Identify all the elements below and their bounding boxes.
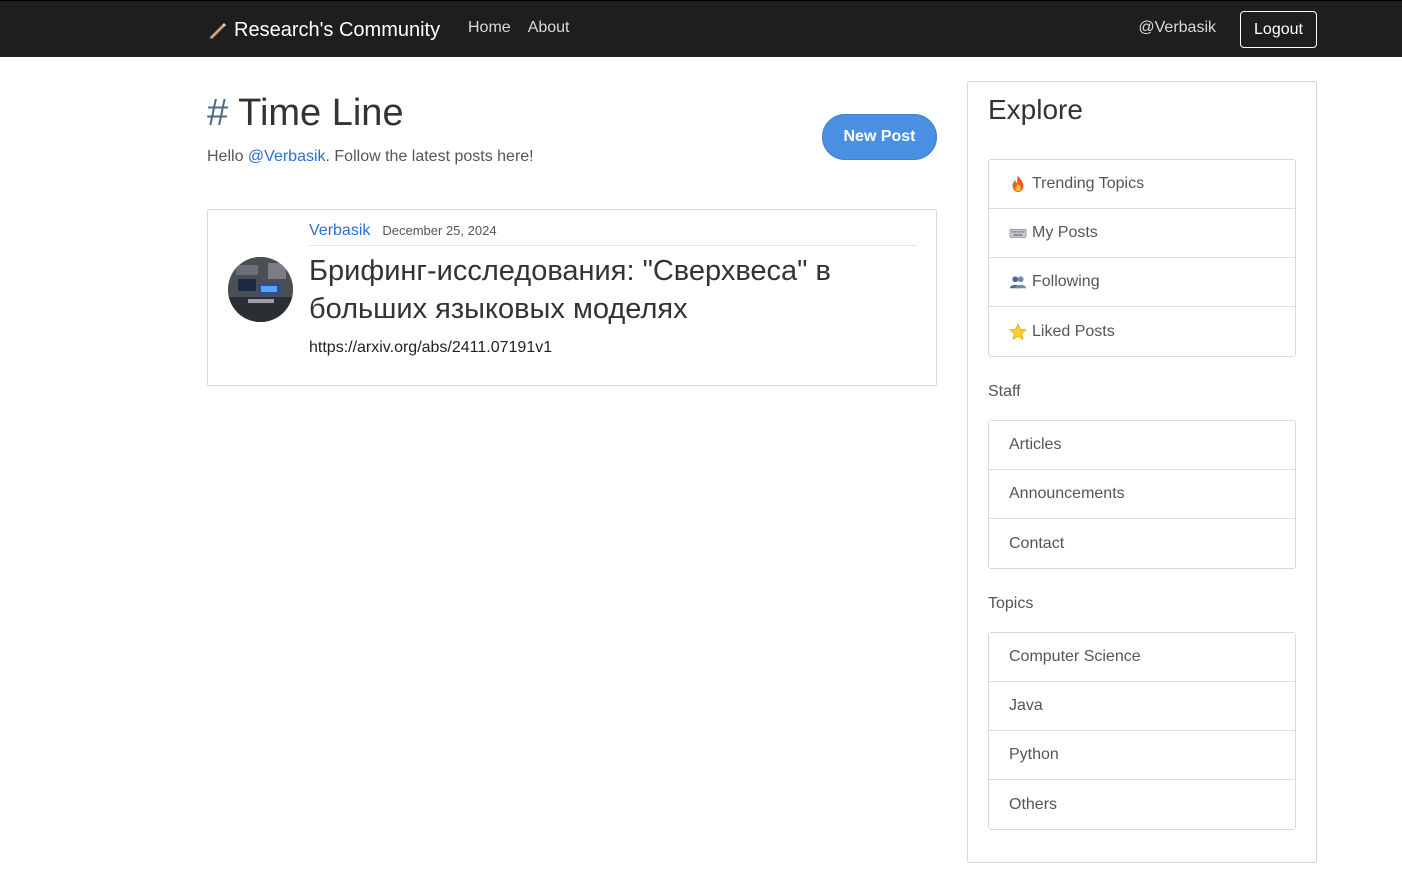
topic-item-computer-science[interactable]: Computer Science: [989, 633, 1295, 682]
greeting-user-link[interactable]: @Verbasik: [248, 148, 326, 165]
title-hash: #: [207, 92, 229, 134]
brand-title: Research's Community: [234, 18, 441, 41]
nav-home-link[interactable]: Home: [468, 19, 511, 37]
greeting-prefix: Hello: [207, 148, 248, 165]
post-card: Verbasik December 25, 2024 Брифинг-иссле…: [207, 209, 937, 386]
post-author-link[interactable]: Verbasik: [309, 222, 370, 240]
post-meta: Verbasik December 25, 2024: [309, 222, 917, 246]
fire-icon: [1012, 175, 1024, 193]
explore-item-trending-topics[interactable]: Trending Topics: [989, 160, 1295, 209]
people-icon: [1009, 276, 1027, 289]
explore-item-my-posts[interactable]: My Posts: [989, 209, 1295, 258]
explore-sidebar: Explore Trending Topics My Posts Followi…: [967, 81, 1317, 863]
title-text: Time Line: [238, 92, 404, 134]
explore-item-label: Trending Topics: [1032, 175, 1145, 192]
explore-item-label: Liked Posts: [1032, 322, 1115, 340]
avatar-photo-icon: [228, 257, 293, 322]
staff-section-label: Staff: [988, 383, 1021, 400]
staff-item-contact[interactable]: Contact: [989, 519, 1295, 568]
new-post-button[interactable]: New Post: [822, 114, 937, 160]
greeting-text: Hello @Verbasik. Follow the latest posts…: [207, 148, 534, 166]
explore-item-label: Following: [1032, 273, 1100, 290]
post-date: December 25, 2024: [382, 223, 497, 238]
nav-username[interactable]: @Verbasik: [1138, 19, 1216, 37]
explore-title: Explore: [988, 94, 1083, 125]
topic-item-java[interactable]: Java: [989, 682, 1295, 731]
post-title[interactable]: Брифинг-исследования: "Сверхвеса" в боль…: [309, 252, 919, 328]
staff-item-announcements[interactable]: Announcements: [989, 470, 1295, 519]
star-icon: [1009, 322, 1027, 340]
topic-item-python[interactable]: Python: [989, 731, 1295, 780]
nav-about-link[interactable]: About: [528, 19, 570, 37]
nav-links: Home About: [468, 19, 570, 37]
staff-item-articles[interactable]: Articles: [989, 421, 1295, 470]
brand-link[interactable]: Research's Community: [207, 15, 440, 45]
explore-list: Trending Topics My Posts Following Liked…: [988, 159, 1296, 357]
explore-item-following[interactable]: Following: [989, 258, 1295, 307]
top-navbar: Research's Community Home About @Verbasi…: [0, 0, 1402, 57]
page-title: # Time Line: [207, 92, 404, 135]
topics-section-label: Topics: [988, 595, 1034, 612]
topic-item-others[interactable]: Others: [989, 780, 1295, 829]
explore-item-liked-posts[interactable]: Liked Posts: [989, 307, 1295, 356]
logout-button[interactable]: Logout: [1240, 11, 1317, 48]
quill-icon: [209, 23, 226, 39]
post-content-link[interactable]: https://arxiv.org/abs/2411.07191v1: [309, 339, 552, 357]
topics-list: Computer Science Java Python Others: [988, 632, 1296, 830]
staff-list: Articles Announcements Contact: [988, 420, 1296, 569]
author-avatar[interactable]: [228, 257, 293, 322]
keyboard-icon: [1009, 229, 1027, 238]
explore-item-label: My Posts: [1032, 224, 1098, 241]
greeting-suffix: . Follow the latest posts here!: [325, 148, 534, 165]
